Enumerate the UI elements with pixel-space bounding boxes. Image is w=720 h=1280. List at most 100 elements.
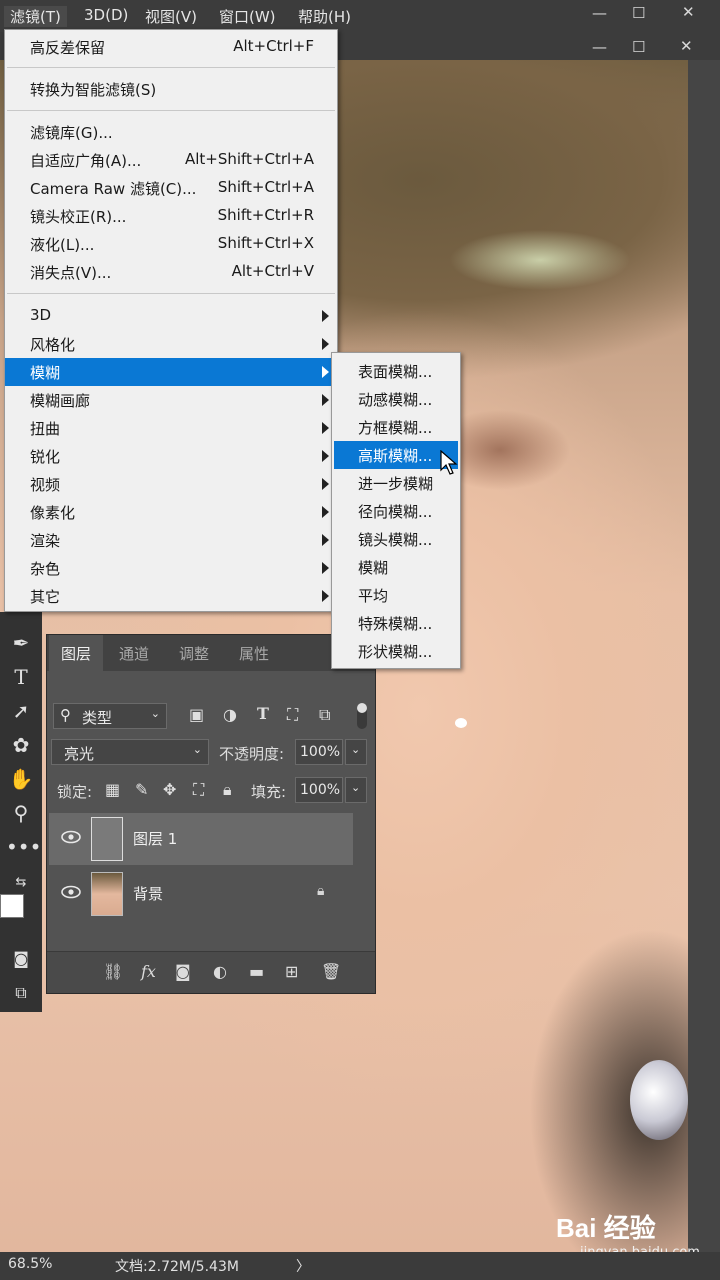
hand-tool-icon[interactable]: ✋ [6, 764, 36, 794]
menu-view[interactable]: 视图(V) [145, 6, 197, 27]
submenu-item-radial-blur[interactable]: 径向模糊... [332, 497, 460, 525]
pen-tool-icon[interactable]: ✒ [6, 628, 36, 658]
menu-item-filter-gallery[interactable]: 滤镜库(G)... [5, 118, 337, 146]
quick-mask-icon[interactable]: ◙ [6, 944, 36, 974]
menu-item-label: 高斯模糊... [358, 447, 433, 465]
tab-properties[interactable]: 属性 [227, 635, 281, 671]
doc-minimize-button[interactable]: — [592, 38, 607, 56]
new-layer-icon[interactable]: ⊞ [285, 962, 298, 981]
filter-smart-object-icon[interactable]: ⧉ [319, 705, 330, 725]
menu-window[interactable]: 窗口(W) [219, 6, 276, 27]
tab-layers[interactable]: 图层 [49, 635, 104, 671]
opacity-input[interactable]: 100% [295, 739, 343, 765]
fx-icon[interactable]: fx [141, 962, 156, 981]
menu-filter[interactable]: 滤镜(T) [4, 6, 67, 27]
menu-help[interactable]: 帮助(H) [298, 6, 351, 27]
menu-item-noise[interactable]: 杂色 [5, 554, 337, 582]
layer-filter-select[interactable]: ⚲ 类型 ⌄ [53, 703, 167, 729]
fill-input[interactable]: 100% [295, 777, 343, 803]
menu-item-camera-raw[interactable]: Camera Raw 滤镜(C)... Shift+Ctrl+A [5, 174, 337, 202]
filter-shape-icon[interactable]: ⛶ [287, 705, 298, 725]
submenu-item-blur[interactable]: 模糊 [332, 553, 460, 581]
minimize-button[interactable]: — [592, 4, 607, 22]
menu-item-stylize[interactable]: 风格化 [5, 330, 337, 358]
type-tool-icon[interactable]: T [6, 662, 36, 692]
lock-all-icon[interactable]: 🔒︎ [223, 780, 232, 800]
lock-image-brush-icon[interactable]: ✎ [135, 780, 148, 799]
menu-item-last-filter[interactable]: 高反差保留 Alt+Ctrl+F [5, 33, 337, 61]
menu-item-vanishing-point[interactable]: 消失点(V)... Alt+Ctrl+V [5, 258, 337, 286]
fill-dropdown[interactable]: ⌄ [345, 777, 367, 803]
lock-position-icon[interactable]: ✥ [163, 780, 176, 799]
layer-filter-value: 类型 [82, 709, 113, 727]
filter-pixel-icon[interactable]: ▣ [189, 705, 204, 724]
lock-transparent-icon[interactable]: ▦ [105, 780, 120, 799]
eye-icon[interactable] [61, 830, 81, 844]
custom-shape-tool-icon[interactable]: ✿ [6, 730, 36, 760]
trash-icon[interactable]: 🗑︎ [321, 962, 341, 981]
submenu-item-shape-blur[interactable]: 形状模糊... [332, 637, 460, 665]
menu-item-label: 表面模糊... [358, 363, 433, 381]
zoom-level[interactable]: 68.5% [8, 1256, 52, 1272]
menu-item-blur[interactable]: 模糊 [5, 358, 337, 386]
add-mask-icon[interactable]: ◙ [175, 962, 191, 981]
screen-mode-icon[interactable]: ⧉ [6, 978, 36, 1008]
menu-item-3d[interactable]: 3D [5, 302, 337, 330]
lock-artboard-icon[interactable]: ⛶ [193, 780, 204, 800]
submenu-item-surface-blur[interactable]: 表面模糊... [332, 357, 460, 385]
menu-3d[interactable]: 3D(D) [84, 6, 128, 24]
submenu-arrow-icon [322, 394, 329, 406]
filter-type-icon[interactable]: T [257, 704, 269, 723]
layer-name[interactable]: 背景 [133, 883, 163, 904]
tab-adjustments[interactable]: 调整 [167, 635, 221, 671]
opacity-dropdown[interactable]: ⌄ [345, 739, 367, 765]
doc-maximize-button[interactable]: ☐ [632, 38, 645, 56]
close-button[interactable]: ✕ [682, 3, 695, 21]
menu-item-pixelate[interactable]: 像素化 [5, 498, 337, 526]
layer-row-background[interactable]: 背景 🔒︎ [49, 868, 353, 920]
doc-close-button[interactable]: ✕ [680, 37, 693, 55]
zoom-tool-icon[interactable]: ⚲ [6, 798, 36, 828]
menu-item-label: 镜头校正(R)... [30, 208, 127, 226]
layer-row-layer1[interactable]: 图层 1 [49, 813, 353, 865]
submenu-item-box-blur[interactable]: 方框模糊... [332, 413, 460, 441]
menu-item-label: 动感模糊... [358, 391, 433, 409]
menu-item-other[interactable]: 其它 [5, 582, 337, 610]
menu-item-blur-gallery[interactable]: 模糊画廊 [5, 386, 337, 414]
layer-name[interactable]: 图层 1 [133, 828, 177, 849]
link-layers-icon[interactable]: ⛓ [103, 962, 123, 981]
new-group-folder-icon[interactable]: ▬ [249, 962, 264, 981]
submenu-arrow-icon [322, 366, 329, 378]
submenu-item-smart-blur[interactable]: 特殊模糊... [332, 609, 460, 637]
menu-item-label: 模糊 [358, 559, 389, 577]
menu-item-render[interactable]: 渲染 [5, 526, 337, 554]
menu-item-distort[interactable]: 扭曲 [5, 414, 337, 442]
submenu-item-average[interactable]: 平均 [332, 581, 460, 609]
menubar: 滤镜(T) 3D(D) 视图(V) 窗口(W) 帮助(H) — ☐ ✕ [0, 0, 720, 32]
menu-item-lens-correction[interactable]: 镜头校正(R)... Shift+Ctrl+R [5, 202, 337, 230]
submenu-arrow-icon [322, 562, 329, 574]
filter-adjustment-icon[interactable]: ◑ [223, 705, 237, 724]
foreground-color-swatch[interactable] [0, 894, 24, 918]
submenu-item-motion-blur[interactable]: 动感模糊... [332, 385, 460, 413]
tab-channels[interactable]: 通道 [107, 635, 161, 671]
maximize-button[interactable]: ☐ [632, 4, 645, 22]
menu-item-label: 视频 [30, 476, 61, 494]
menu-item-label: 进一步模糊 [358, 475, 434, 493]
path-select-tool-icon[interactable]: ➚ [6, 696, 36, 726]
menu-item-label: 其它 [30, 588, 61, 606]
menu-item-sharpen[interactable]: 锐化 [5, 442, 337, 470]
status-menu-arrow-icon[interactable]: 〉 [296, 1256, 310, 1276]
new-adjustment-icon[interactable]: ◐ [213, 962, 227, 981]
blend-mode-select[interactable]: 亮光 ⌄ [51, 739, 209, 765]
menu-item-convert-smart-filter[interactable]: 转换为智能滤镜(S) [5, 75, 337, 103]
eye-icon[interactable] [61, 885, 81, 899]
more-tools-icon[interactable]: ••• [6, 832, 41, 862]
filter-toggle[interactable] [357, 703, 367, 729]
tools-panel: ✒ T ➚ ✿ ✋ ⚲ ••• ⇆ ◙ ⧉ [0, 612, 42, 1012]
menu-item-liquify[interactable]: 液化(L)... Shift+Ctrl+X [5, 230, 337, 258]
menu-item-adaptive-wide-angle[interactable]: 自适应广角(A)... Alt+Shift+Ctrl+A [5, 146, 337, 174]
submenu-item-lens-blur[interactable]: 镜头模糊... [332, 525, 460, 553]
search-icon: ⚲ [60, 706, 71, 724]
menu-item-video[interactable]: 视频 [5, 470, 337, 498]
